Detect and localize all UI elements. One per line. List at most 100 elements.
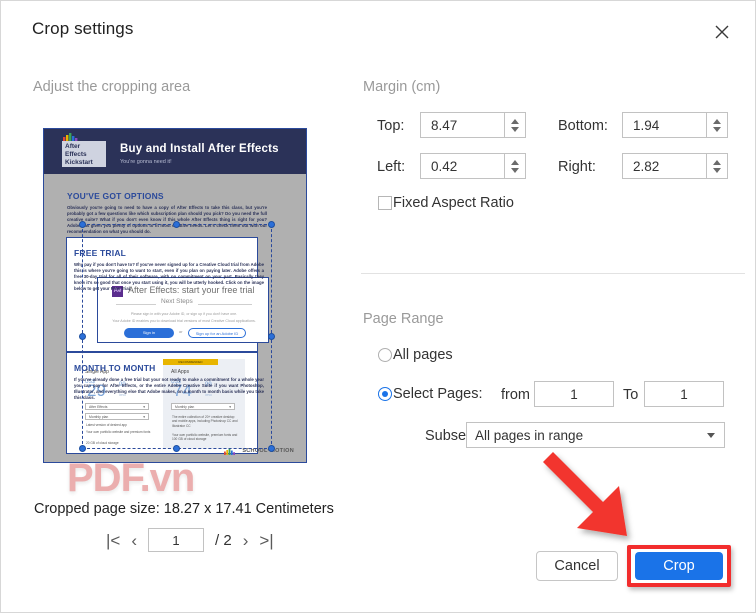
- card-bullet: Your own portfolio website, premium font…: [172, 433, 238, 442]
- crop-handle-top-middle[interactable]: [173, 221, 180, 228]
- school-of-motion-mark-icon: [63, 133, 78, 141]
- margin-top-input[interactable]: [420, 112, 504, 138]
- options-section-text: Obviously you're going to need to have a…: [67, 205, 267, 235]
- chevron-down-icon[interactable]: [707, 433, 715, 438]
- card-select-plan-value: Monthly plan: [175, 405, 195, 409]
- crop-handle-bottom-middle[interactable]: [173, 445, 180, 452]
- subset-selected-value: All pages in range: [475, 427, 584, 443]
- page-range-heading: Page Range: [363, 311, 444, 327]
- crop-handle-top-right[interactable]: [268, 221, 275, 228]
- margin-left-stepper[interactable]: [420, 153, 526, 179]
- caret-up-icon[interactable]: [713, 118, 721, 124]
- crop-handle-bottom-right[interactable]: [268, 445, 275, 452]
- crop-handle-top-left[interactable]: [79, 221, 86, 228]
- margin-right-spinner[interactable]: [706, 153, 728, 179]
- preview-doc-subtitle: You're gonna need it!: [120, 159, 172, 165]
- free-trial-text: Why pay if you don't have to? If you've …: [74, 262, 264, 292]
- margin-heading: Margin (cm): [363, 79, 441, 95]
- ae-signup-button: Sign up for an Adobe ID: [188, 328, 246, 338]
- margin-left-label: Left:: [377, 159, 406, 175]
- radio-select-pages[interactable]: Select Pages:: [378, 386, 482, 402]
- margin-right-stepper[interactable]: [622, 153, 728, 179]
- card-name: All Apps: [171, 369, 190, 375]
- last-page-button[interactable]: >|: [259, 532, 273, 549]
- caret-down-icon[interactable]: [713, 126, 721, 132]
- select-pages-label: Select Pages:: [393, 386, 483, 402]
- page-number-input[interactable]: [148, 528, 205, 552]
- logo-line-2: Effects: [65, 151, 87, 158]
- from-page-input[interactable]: [534, 381, 614, 407]
- ae-helper-line-2: Your Adobe ID enables you to download tr…: [112, 319, 256, 323]
- all-pages-label: All pages: [393, 347, 453, 363]
- pricing-card-all-apps: RECOMMENDED All Apps US$ 74 99 /mo Month…: [163, 359, 245, 449]
- document-preview[interactable]: After Effects Kickstart Buy and Install …: [43, 128, 307, 463]
- pdf-vn-watermark: PDF.vn: [67, 456, 195, 500]
- card-select-plan: Monthly plan ▾: [85, 413, 149, 420]
- margin-bottom-spinner[interactable]: [706, 112, 728, 138]
- card-select-app-value: After Effects: [89, 405, 108, 409]
- radio-circle[interactable]: [378, 348, 392, 362]
- crop-button[interactable]: Crop: [635, 552, 723, 580]
- card-bullet: Latest version of desired app: [86, 423, 127, 427]
- caret-down-icon[interactable]: [511, 167, 519, 173]
- caret-up-icon[interactable]: [511, 118, 519, 124]
- caret-up-icon[interactable]: [713, 159, 721, 165]
- card-bullet: Your own portfolio website and premium f…: [86, 430, 151, 434]
- from-label: from: [501, 387, 530, 403]
- subset-select[interactable]: All pages in range: [466, 422, 725, 448]
- caret-down-icon[interactable]: [511, 126, 519, 132]
- preview-doc-title: Buy and Install After Effects: [120, 143, 279, 155]
- free-trial-title: FREE TRIAL: [74, 248, 127, 258]
- ae-next-steps-label: Next Steps: [156, 298, 198, 305]
- to-page-input[interactable]: [644, 381, 724, 407]
- card-bullet: 20 GB of cloud storage: [86, 441, 119, 445]
- margin-bottom-stepper[interactable]: [622, 112, 728, 138]
- first-page-button[interactable]: |<: [106, 532, 120, 549]
- ae-helper-line-1: Please sign in with your Adobe ID, or si…: [130, 312, 238, 316]
- dialog-titlebar: Crop settings: [1, 1, 756, 59]
- crop-handle-bottom-left[interactable]: [79, 445, 86, 452]
- caret-down-icon[interactable]: [713, 167, 721, 173]
- margin-right-label: Right:: [558, 159, 596, 175]
- adjust-cropping-area-heading: Adjust the cropping area: [33, 79, 191, 95]
- card-select-plan-value: Monthly plan: [89, 415, 109, 419]
- options-section-title: YOU'VE GOT OPTIONS: [67, 191, 164, 201]
- margin-top-label: Top:: [377, 118, 405, 134]
- to-label: To: [623, 387, 639, 403]
- radio-all-pages[interactable]: All pages: [378, 347, 453, 363]
- chevron-down-icon: ▾: [143, 405, 145, 409]
- next-page-button[interactable]: ›: [243, 532, 249, 549]
- chevron-down-icon: ▾: [143, 415, 145, 419]
- logo-line-1: After: [65, 143, 81, 150]
- margin-left-spinner[interactable]: [504, 153, 526, 179]
- after-effects-kickstart-logo: After Effects Kickstart: [62, 141, 106, 167]
- fixed-aspect-ratio-label: Fixed Aspect Ratio: [393, 195, 514, 211]
- checkbox-box[interactable]: [378, 196, 392, 210]
- close-icon[interactable]: [711, 21, 733, 43]
- month-to-month-title: MONTH TO MONTH: [74, 363, 156, 373]
- annotation-arrow-icon: [543, 452, 627, 536]
- previous-page-button[interactable]: ‹: [131, 532, 137, 549]
- chevron-down-icon: ▾: [229, 405, 231, 409]
- caret-up-icon[interactable]: [511, 159, 519, 165]
- page-navigation: |< ‹ / 2 › >|: [106, 528, 274, 552]
- section-divider: [361, 273, 745, 274]
- fixed-aspect-ratio-checkbox[interactable]: Fixed Aspect Ratio: [378, 195, 514, 211]
- preview-page-body: YOU'VE GOT OPTIONS Obviously you're goin…: [44, 174, 306, 462]
- school-of-motion-mark-icon: [224, 448, 235, 455]
- radio-circle[interactable]: [378, 387, 392, 401]
- crop-handle-middle-right[interactable]: [268, 332, 275, 340]
- margin-left-input[interactable]: [420, 153, 504, 179]
- page-title: Crop settings: [32, 19, 134, 38]
- crop-settings-dialog: Crop settings Adjust the cropping area M…: [0, 0, 756, 613]
- cancel-button[interactable]: Cancel: [536, 551, 618, 581]
- crop-handle-middle-left[interactable]: [79, 332, 86, 340]
- margin-right-input[interactable]: [622, 153, 706, 179]
- margin-top-stepper[interactable]: [420, 112, 526, 138]
- margin-bottom-input[interactable]: [622, 112, 706, 138]
- recommended-badge: RECOMMENDED: [163, 359, 218, 365]
- total-pages-label: / 2: [215, 531, 232, 549]
- margin-top-spinner[interactable]: [504, 112, 526, 138]
- card-bullet: The entire collection of 20+ creative de…: [172, 415, 238, 428]
- card-select-app: After Effects ▾: [85, 403, 149, 410]
